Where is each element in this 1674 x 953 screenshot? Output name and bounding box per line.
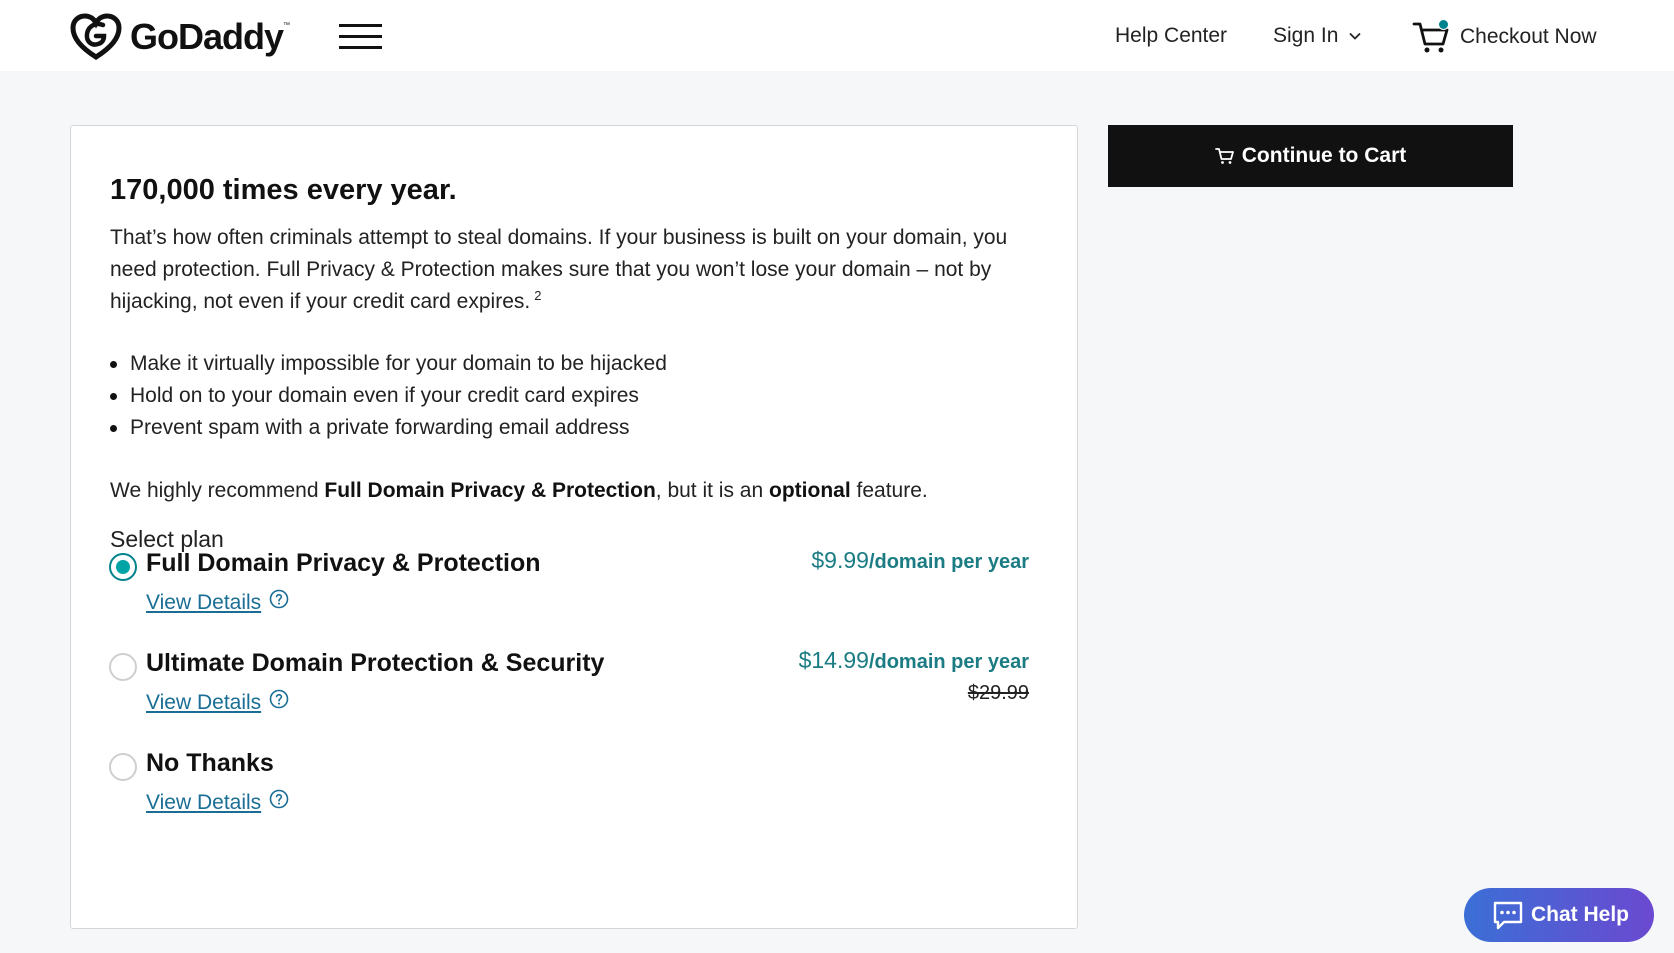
help-center-link[interactable]: Help Center [1115, 24, 1227, 48]
footnote-marker: 2 [534, 288, 542, 303]
plan-price: $9.99/domain per year [811, 547, 1029, 573]
godaddy-logo-icon [70, 13, 122, 60]
intro-text: That’s how often criminals attempt to st… [110, 226, 1008, 313]
top-navigation-bar: GoDaddy™ Help Center Sign In Checkout No… [0, 0, 1674, 71]
cart-icon [1412, 19, 1450, 55]
help-circle-icon[interactable] [269, 689, 289, 709]
plan-details: View Details [146, 689, 289, 715]
chat-help-button[interactable]: Chat Help [1464, 888, 1654, 942]
checkout-now-link[interactable]: Checkout Now [1412, 19, 1597, 55]
hamburger-menu-icon[interactable] [339, 24, 382, 49]
plan-name: Full Domain Privacy & Protection [146, 549, 541, 577]
plan-radio-no-thanks[interactable] [109, 753, 137, 781]
chevron-down-icon [1349, 32, 1362, 40]
brand-name: GoDaddy™ [130, 16, 290, 57]
chat-icon [1493, 901, 1523, 930]
list-item: Make it virtually impossible for your do… [110, 348, 667, 380]
plan-name: Ultimate Domain Protection & Security [146, 649, 605, 677]
plan-name: No Thanks [146, 749, 274, 777]
help-circle-icon[interactable] [269, 589, 289, 609]
checkout-label: Checkout Now [1460, 25, 1597, 48]
plan-original-price: $29.99 [967, 682, 1029, 704]
plan-price: $14.99/domain per year [798, 647, 1029, 673]
help-circle-icon[interactable] [269, 789, 289, 809]
continue-to-cart-label: Continue to Cart [1241, 144, 1407, 167]
plan-details: View Details [146, 589, 289, 615]
sign-in-label: Sign In [1273, 24, 1339, 47]
trademark-symbol: ™ [283, 22, 290, 29]
view-details-link[interactable]: View Details [146, 791, 261, 815]
godaddy-logo[interactable]: GoDaddy™ [70, 13, 290, 61]
plan-details: View Details [146, 789, 289, 815]
list-item: Prevent spam with a private forwarding e… [110, 412, 667, 444]
plan-radio-full-privacy[interactable] [109, 553, 137, 581]
recommendation-text: We highly recommend Full Domain Privacy … [110, 479, 928, 502]
continue-to-cart-button[interactable]: Continue to Cart [1108, 125, 1513, 187]
cart-notification-dot [1438, 19, 1449, 30]
sign-in-menu[interactable]: Sign In [1273, 24, 1362, 48]
list-item: Hold on to your domain even if your cred… [110, 380, 667, 412]
view-details-link[interactable]: View Details [146, 591, 261, 615]
cart-icon [1214, 148, 1234, 164]
benefits-list: Make it virtually impossible for your do… [110, 348, 667, 444]
plan-radio-ultimate[interactable] [109, 653, 137, 681]
headline: 170,000 times every year. [110, 174, 457, 206]
view-details-link[interactable]: View Details [146, 691, 261, 715]
chat-help-label: Chat Help [1531, 903, 1630, 926]
domain-protection-card: 170,000 times every year. That’s how oft… [70, 125, 1078, 929]
